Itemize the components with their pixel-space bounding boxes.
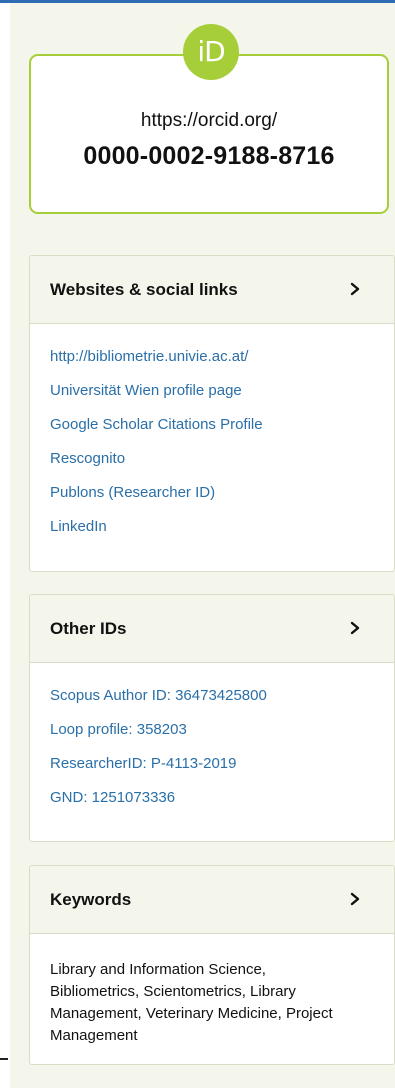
other-id-loop[interactable]: Loop profile: 358203 — [50, 720, 374, 754]
divider-tick — [0, 1058, 8, 1060]
chevron-right-icon[interactable] — [349, 278, 363, 300]
chevron-right-icon[interactable] — [349, 888, 363, 910]
website-link-univie-profile[interactable]: Universität Wien profile page — [50, 381, 374, 415]
websites-list: http://bibliometrie.univie.ac.at/ Univer… — [30, 324, 394, 551]
other-ids-list: Scopus Author ID: 36473425800 Loop profi… — [30, 663, 394, 822]
orcid-logo-icon: iD — [183, 24, 239, 80]
other-ids-panel-title: Other IDs — [50, 619, 127, 638]
keywords-panel-header[interactable]: Keywords — [30, 866, 394, 934]
websites-panel-title: Websites & social links — [50, 280, 238, 299]
keywords-text: Library and Information Science, Bibliom… — [50, 961, 333, 1044]
website-link-bibliometrie[interactable]: http://bibliometrie.univie.ac.at/ — [50, 347, 374, 381]
keywords-panel-title: Keywords — [50, 890, 132, 909]
orcid-url-prefix: https://orcid.org/ — [140, 110, 278, 131]
chevron-right-icon[interactable] — [349, 617, 363, 639]
orcid-id-number: 0000-0002-9188-8716 — [83, 142, 335, 170]
keywords-body: Library and Information Science, Bibliom… — [30, 934, 394, 1047]
other-ids-panel-header[interactable]: Other IDs — [30, 595, 394, 663]
website-link-linkedin[interactable]: LinkedIn — [50, 517, 374, 551]
websites-panel: Websites & social links http://bibliomet… — [29, 255, 395, 572]
website-link-google-scholar[interactable]: Google Scholar Citations Profile — [50, 415, 374, 449]
other-id-scopus[interactable]: Scopus Author ID: 36473425800 — [50, 686, 374, 720]
other-ids-panel: Other IDs Scopus Author ID: 36473425800 … — [29, 594, 395, 842]
website-link-rescognito[interactable]: Rescognito — [50, 449, 374, 483]
website-link-publons[interactable]: Publons (Researcher ID) — [50, 483, 374, 517]
other-id-researcherid[interactable]: ResearcherID: P-4113-2019 — [50, 754, 374, 788]
keywords-panel: Keywords Library and Information Science… — [29, 865, 395, 1065]
other-id-gnd[interactable]: GND: 1251073336 — [50, 788, 374, 822]
websites-panel-header[interactable]: Websites & social links — [30, 256, 394, 324]
